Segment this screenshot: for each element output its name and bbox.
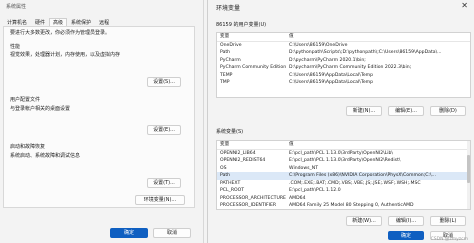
- user-profiles-title: 用户配置文件: [10, 97, 41, 103]
- variable-name: TEMP: [220, 72, 233, 78]
- watermark: CSDN @zmyzcm: [430, 237, 468, 242]
- user-vars-label: 86159 的用户变量(U): [216, 22, 267, 28]
- table-row[interactable]: PyCharm Community Edition D:\pycharm\PyCh…: [217, 64, 470, 72]
- table-row[interactable]: OPENNI2_REDIST64 E:\pcl_path\PCL 1.13.0\3…: [217, 157, 470, 165]
- variable-value: D:\pycharm\PyCharm Community Edition 202…: [289, 65, 412, 70]
- variable-value: E:\pcl_path\PCL 1.13.0\3rdParty\OpenNI2\…: [289, 150, 393, 156]
- table-row[interactable]: PCL_ROOT E:\pcl_path\PCL 1.12.0: [217, 187, 470, 195]
- variable-name: PyCharm Community Edition: [220, 65, 287, 70]
- variable-value: C:\Users\86159\OneDrive: [289, 42, 348, 48]
- system-properties-dialog: 系统属性 计算机名 硬件 高级 系统保护 远程 要进行大多数更改，你必须作为管理…: [0, 0, 204, 243]
- table-row[interactable]: TEMP C:\Users\86159\AppData\Local\Temp: [217, 72, 470, 80]
- column-header-value[interactable]: 值: [289, 141, 470, 149]
- variable-name: OPENNI2_LIB64: [220, 150, 256, 156]
- table-row[interactable]: OS Windows_NT: [217, 165, 470, 173]
- variable-name: TMP: [220, 80, 230, 85]
- variable-value: C:\Users\86159\AppData\Local\Temp: [289, 72, 374, 78]
- scrollbar-thumb[interactable]: [467, 155, 470, 183]
- table-row[interactable]: OneDrive C:\Users\86159\OneDrive: [217, 42, 470, 50]
- variable-name: Path: [220, 173, 231, 178]
- advanced-tab-panel: 要进行大多数更改，你必须作为管理员登录。 性能 视觉效果，处理器计划，内存使用，…: [3, 26, 195, 208]
- variable-value: AMD64: [289, 195, 306, 201]
- ok-button[interactable]: 确定: [110, 228, 148, 238]
- variable-value: E:\pcl_path\PCL 1.12.0: [289, 188, 341, 193]
- user-edit-button[interactable]: 编辑(E)...: [388, 106, 424, 116]
- table-row[interactable]: OPENNI2_LIB64 E:\pcl_path\PCL 1.13.0\3rdP…: [217, 150, 470, 158]
- variable-value: C:\Program Files (x86)\NVIDIA Corporatio…: [289, 173, 436, 178]
- performance-settings-button[interactable]: 设置(S)...: [147, 77, 181, 87]
- table-row[interactable]: Path D:\pythonpath\Scripts\;D:\pythonpath…: [217, 49, 470, 57]
- cancel-button[interactable]: 取消: [153, 228, 191, 238]
- variable-value: .COM;.EXE;.BAT;.CMD;.VBS;.VBE;.JS;.JSE;.…: [289, 180, 421, 186]
- user-profiles-settings-button[interactable]: 设置(E)...: [147, 125, 181, 135]
- env-ok-button[interactable]: 确定: [388, 231, 424, 240]
- startup-desc: 系统启动、系统故障和调试信息: [10, 153, 81, 159]
- system-vars-table: 变量 值 OPENNI2_LIB64 E:\pcl_path\PCL 1.13.0…: [216, 140, 471, 210]
- variable-value: C:\Users\86159\AppData\Local\Temp: [289, 80, 374, 85]
- system-edit-button[interactable]: 编辑(I)...: [388, 216, 424, 226]
- user-profiles-desc: 与登录帐户相关的桌面设置: [10, 106, 71, 112]
- variable-name: PCL_ROOT: [220, 188, 245, 193]
- table-header: 变量 值: [217, 141, 470, 150]
- admin-note: 要进行大多数更改，你必须作为管理员登录。: [10, 30, 111, 36]
- variable-name: Path: [220, 50, 231, 55]
- user-new-button[interactable]: 新建(N)...: [346, 106, 382, 116]
- variable-value: Windows_NT: [289, 165, 319, 171]
- system-vars-label: 系统变量(S): [216, 129, 244, 135]
- table-row[interactable]: PATHEXT .COM;.EXE;.BAT;.CMD;.VBS;.VBE;.JS…: [217, 180, 470, 188]
- table-row[interactable]: PROCESSOR_ARCHITECTURE AMD64: [217, 195, 470, 203]
- table-row[interactable]: PyCharm D:\pycharm\PyCharm 2020.1\bin;: [217, 57, 470, 65]
- dialog-title: 环境变量: [216, 5, 241, 12]
- system-delete-button[interactable]: 删除(L): [430, 216, 466, 226]
- environment-variables-dialog: 环境变量 ✕ 86159 的用户变量(U) 变量 值 OneDrive C:\Us…: [207, 0, 474, 243]
- variable-name: OPENNI2_REDIST64: [220, 158, 266, 163]
- variable-name: OS: [220, 165, 227, 171]
- column-header-variable[interactable]: 变量: [217, 141, 289, 149]
- variable-value: D:\pythonpath\Scripts\;D:\pythonpath\;C:…: [289, 50, 442, 55]
- variable-name: PROCESSOR_ARCHITECTURE: [220, 195, 286, 201]
- environment-variables-button[interactable]: 环境变量(N)...: [135, 195, 185, 205]
- variable-value: D:\pycharm\PyCharm 2020.1\bin;: [289, 57, 366, 63]
- table-row[interactable]: PROCESSOR_IDENTIFIER AMD64 Family 25 Mode…: [217, 202, 470, 209]
- variable-name: OneDrive: [220, 42, 242, 48]
- dialog-title: 系统属性: [6, 4, 27, 10]
- column-header-variable[interactable]: 变量: [217, 33, 289, 41]
- close-icon[interactable]: ✕: [461, 1, 468, 10]
- variable-value: E:\pcl_path\PCL 1.13.0\3rdParty\OpenNI2\…: [289, 158, 401, 163]
- system-new-button[interactable]: 新建(W)...: [346, 216, 382, 226]
- variable-name: PyCharm: [220, 57, 241, 63]
- table-row[interactable]: TMP C:\Users\86159\AppData\Local\Temp: [217, 79, 470, 87]
- user-vars-table: 变量 值 OneDrive C:\Users\86159\OneDrive Path…: [216, 32, 471, 98]
- performance-title: 性能: [10, 44, 21, 50]
- scrollbar[interactable]: [467, 141, 470, 209]
- variable-value: AMD64 Family 25 Model 80 Stepping 0, Aut…: [289, 203, 414, 208]
- user-delete-button[interactable]: 删除(D): [430, 106, 466, 116]
- variable-name: PATHEXT: [220, 180, 241, 186]
- startup-settings-button[interactable]: 设置(T)...: [147, 178, 181, 188]
- table-row[interactable]: Path C:\Program Files (x86)\NVIDIA Corpor…: [217, 172, 470, 180]
- variable-name: PROCESSOR_IDENTIFIER: [220, 203, 277, 208]
- column-header-value[interactable]: 值: [289, 33, 470, 41]
- table-header: 变量 值: [217, 33, 470, 42]
- startup-title: 启动和故障恢复: [10, 144, 46, 150]
- performance-desc: 视觉效果，处理器计划，内存使用，以及虚拟内存: [10, 52, 121, 58]
